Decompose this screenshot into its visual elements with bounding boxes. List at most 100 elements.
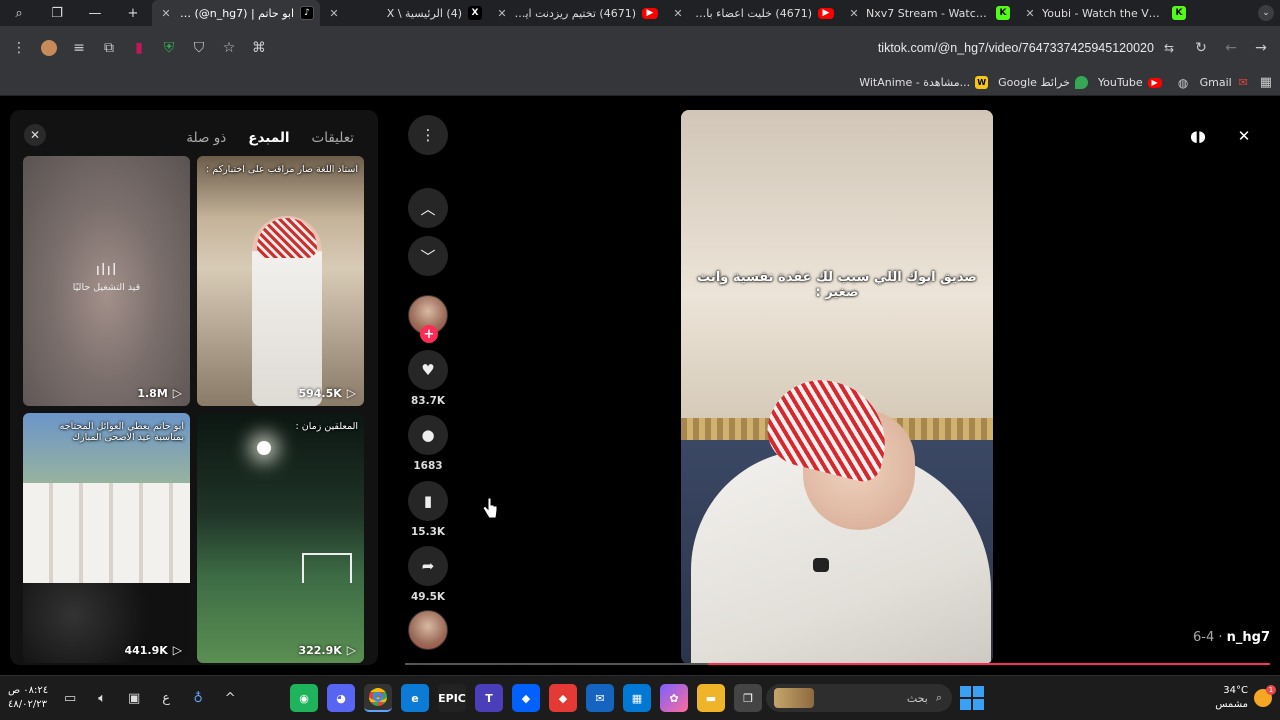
next-video-button[interactable]: ﹀ bbox=[408, 236, 448, 276]
reading-list-icon[interactable]: ≡ bbox=[64, 33, 94, 63]
video-card[interactable]: ılıl قيد التشغيل حاليًا 1.8M ▷ bbox=[23, 156, 190, 406]
like-count: 83.7K bbox=[410, 395, 446, 407]
speaker-icon[interactable]: ◖◗ bbox=[1183, 121, 1213, 151]
chevron-up-icon[interactable]: ^ bbox=[220, 688, 240, 708]
tab-kick-1[interactable]: ✕ Nxv7 Stream - Watch Live K bbox=[840, 0, 1016, 26]
close-panel-button[interactable]: ✕ bbox=[24, 124, 46, 146]
copilot-app-icon[interactable]: ✿ bbox=[660, 684, 688, 712]
forward-icon[interactable]: ← bbox=[1216, 33, 1246, 63]
video-player[interactable]: صديق ابوك اللي سبب لك عقدة نفسية وانت صغ… bbox=[681, 110, 993, 664]
creator-avatar[interactable]: + bbox=[408, 295, 448, 343]
witanime-icon: W bbox=[975, 76, 989, 89]
video-author[interactable]: 6-4 · n_hg7 bbox=[1193, 630, 1270, 645]
close-tab-icon[interactable]: ✕ bbox=[158, 7, 174, 20]
new-tab-button[interactable]: + bbox=[114, 0, 152, 26]
video-card[interactable]: ابو حاتم يعطي العوائل المحتاجه بمناسبة ع… bbox=[23, 413, 190, 663]
thumbnail-floodlight bbox=[257, 441, 271, 455]
windows-start-icon[interactable] bbox=[960, 686, 984, 710]
file-explorer-icon[interactable]: ▬ bbox=[697, 684, 725, 712]
comment-button[interactable]: ● bbox=[408, 415, 448, 455]
restore-window-icon[interactable]: ❐ bbox=[38, 0, 76, 26]
volume-control[interactable]: ◖◗ bbox=[1183, 121, 1213, 151]
minimize-window-icon[interactable]: — bbox=[76, 0, 114, 26]
menu-icon[interactable]: ⋮ bbox=[4, 33, 34, 63]
bookmark-gmail[interactable]: Gmail ✉ bbox=[1200, 76, 1250, 89]
close-tab-icon[interactable]: ✕ bbox=[1022, 7, 1038, 20]
shield-icon[interactable]: ⛨ bbox=[154, 33, 184, 63]
whatsapp-app-icon[interactable]: ◉ bbox=[290, 684, 318, 712]
weather-condition: مشمس bbox=[1215, 699, 1248, 710]
more-options-button[interactable]: ⋮ bbox=[408, 115, 448, 155]
site-settings-icon[interactable]: ⇆ bbox=[1164, 41, 1174, 55]
outlook-app-icon[interactable]: ✉ bbox=[586, 684, 614, 712]
save-count: 15.3K bbox=[410, 526, 446, 538]
microphone-icon[interactable]: ♁ bbox=[188, 688, 208, 708]
close-icon[interactable]: ✕ bbox=[1229, 121, 1259, 151]
kick-icon: K bbox=[996, 6, 1010, 20]
video-card[interactable]: استاذ اللغة صار مراقب على اختباركم : 594… bbox=[197, 156, 364, 406]
bookmark-globe[interactable]: ◍ bbox=[1172, 76, 1190, 90]
music-disc-avatar[interactable] bbox=[408, 610, 448, 650]
extension-icon[interactable]: ▮ bbox=[124, 33, 154, 63]
share-count: 49.5K bbox=[410, 591, 446, 603]
close-tab-icon[interactable]: ✕ bbox=[326, 7, 342, 20]
red-app-icon[interactable]: ◆ bbox=[549, 684, 577, 712]
dropbox-app-icon[interactable]: ◆ bbox=[512, 684, 540, 712]
share-button[interactable]: ➦ bbox=[408, 546, 448, 586]
tab-creator[interactable]: المبدع bbox=[248, 130, 289, 146]
reload-icon[interactable]: ↻ bbox=[1186, 33, 1216, 63]
bookmark-label: Google خرائط bbox=[998, 76, 1070, 89]
thumbnail-goal bbox=[302, 553, 352, 583]
store-app-icon[interactable]: ▦ bbox=[623, 684, 651, 712]
previous-video-button[interactable]: ︿ bbox=[408, 188, 448, 228]
chrome-app-icon[interactable] bbox=[364, 684, 392, 712]
apps-grid-icon[interactable]: ▦ bbox=[1260, 75, 1272, 90]
tab-kick-2[interactable]: ✕ Youbi - Watch the VOD on K bbox=[1016, 0, 1192, 26]
profile-avatar[interactable] bbox=[34, 33, 64, 63]
youtube-icon: ▶ bbox=[1147, 77, 1162, 88]
address-bar[interactable]: tiktok.com/@n_hg7/video/7647337425945120… bbox=[300, 33, 1180, 63]
bookmark-youtube[interactable]: YouTube ▶ bbox=[1098, 76, 1162, 89]
task-view-icon[interactable]: ❐ bbox=[734, 684, 762, 712]
system-clock[interactable]: ٠٨:٢٤ ص ٤٨/٠٢/٢٣ bbox=[8, 684, 48, 712]
star-icon[interactable]: ☆ bbox=[214, 33, 244, 63]
tab-comments[interactable]: تعليقات bbox=[312, 130, 354, 146]
bookmark-maps[interactable]: Google خرائط bbox=[998, 76, 1088, 89]
bookmark-witanime[interactable]: WitAnime - مشاهدة... W bbox=[859, 76, 989, 89]
close-tab-icon[interactable]: ✕ bbox=[670, 7, 686, 20]
weather-widget[interactable]: 34°C مشمس 1 bbox=[1215, 684, 1276, 712]
battery-icon[interactable]: ▭ bbox=[60, 688, 80, 708]
edge-app-icon[interactable]: e bbox=[401, 684, 429, 712]
volume-icon[interactable]: 🔈︎ bbox=[92, 688, 112, 708]
epic-games-app-icon[interactable]: EPIC bbox=[438, 684, 466, 712]
save-button[interactable]: ▮ bbox=[408, 481, 448, 521]
video-card[interactable]: المعلقين زمان : 322.9K ▷ bbox=[197, 413, 364, 663]
close-video-button[interactable]: ✕ bbox=[1229, 121, 1259, 151]
now-playing-indicator: ılıl قيد التشغيل حاليًا bbox=[23, 260, 190, 293]
chevron-down-icon[interactable]: ⌄ bbox=[1258, 5, 1274, 21]
tab-title: Youbi - Watch the VOD on bbox=[1042, 6, 1166, 20]
network-icon[interactable]: ▣ bbox=[124, 688, 144, 708]
tab-search-icon[interactable]: ⌕ bbox=[0, 0, 38, 26]
clock-date: ٤٨/٠٢/٢٣ bbox=[8, 699, 47, 710]
tab-youtube-2[interactable]: ✕ (4671) خليت اعضاء باور يجر ▶ bbox=[664, 0, 840, 26]
shield-outline-icon[interactable]: ⛉ bbox=[184, 33, 214, 63]
language-indicator[interactable]: ع bbox=[156, 688, 176, 708]
close-tab-icon[interactable]: ✕ bbox=[846, 7, 862, 20]
discord-app-icon[interactable]: ◕ bbox=[327, 684, 355, 712]
tab-youtube-1[interactable]: ✕ (4671) تختيم ريزدنت ايفل 7 ▶ bbox=[488, 0, 664, 26]
tab-x[interactable]: ✕ (4) الرئيسية \ X X bbox=[320, 0, 488, 26]
like-button[interactable]: ♥ bbox=[408, 350, 448, 390]
follow-plus-icon[interactable]: + bbox=[420, 325, 438, 343]
close-tab-icon[interactable]: ✕ bbox=[494, 7, 510, 20]
taskbar-search[interactable]: بحث ⌕ bbox=[766, 684, 952, 712]
notification-badge: 1 bbox=[1266, 685, 1276, 695]
now-playing-label: قيد التشغيل حاليًا bbox=[72, 282, 141, 293]
video-progress-bar[interactable] bbox=[405, 663, 1270, 665]
teams-app-icon[interactable]: T bbox=[475, 684, 503, 712]
extensions-icon[interactable]: ⧉ bbox=[94, 33, 124, 63]
tab-tiktok[interactable]: ✕ ابو حاتم | TikTok (@n_hg7) ♪ bbox=[152, 0, 320, 26]
back-icon[interactable]: → bbox=[1246, 33, 1276, 63]
translate-icon[interactable]: ⌘ bbox=[244, 33, 274, 63]
tab-related[interactable]: ذو صلة bbox=[186, 130, 226, 146]
